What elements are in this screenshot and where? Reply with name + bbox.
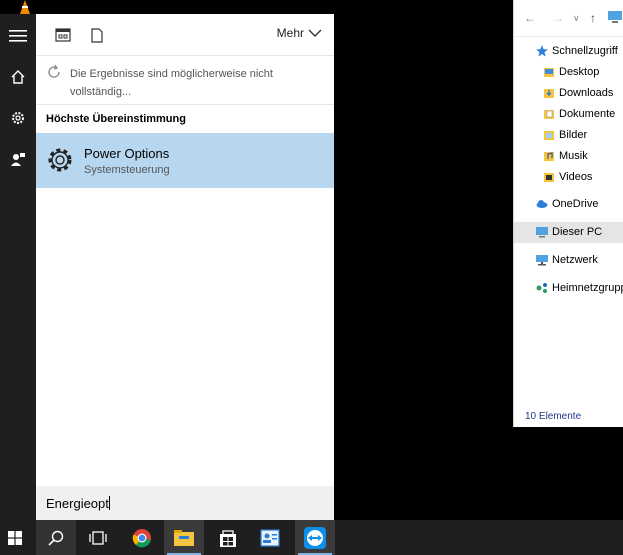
gear-icon (12, 112, 24, 124)
teamviewer-taskbar-button[interactable] (295, 520, 335, 555)
nav-item-downloads[interactable]: Downloads (514, 83, 623, 104)
more-label: Mehr (276, 26, 304, 40)
computer-icon (608, 11, 622, 23)
network-icon (536, 255, 548, 266)
store-taskbar-button[interactable] (208, 520, 248, 555)
nav-item-onedrive[interactable]: OneDrive (514, 194, 623, 215)
chrome-taskbar-button[interactable] (122, 520, 162, 555)
homegroup-icon (536, 283, 547, 293)
file-explorer-taskbar-button[interactable] (164, 520, 204, 555)
forward-arrow-icon[interactable]: → (552, 11, 564, 25)
search-icon (48, 530, 64, 546)
nav-item-dieser-pc[interactable]: Dieser PC (514, 222, 623, 243)
search-query: Energieopt (46, 496, 109, 511)
videos-folder-icon (544, 173, 554, 182)
home-button[interactable] (0, 59, 36, 95)
nav-item-heimnetzgruppe[interactable]: Heimnetzgrupp (514, 278, 623, 299)
start-button[interactable] (0, 520, 35, 555)
text-caret (108, 496, 110, 510)
recent-locations-chevron-icon[interactable]: ∨ (573, 13, 580, 24)
up-arrow-icon[interactable]: ↑ (590, 11, 596, 25)
settings-button[interactable] (0, 100, 36, 136)
music-folder-icon (544, 152, 554, 161)
nav-item-videos[interactable]: Videos (514, 167, 623, 188)
result-subtitle: Systemsteuerung (84, 164, 170, 176)
task-view-icon (89, 530, 107, 545)
nav-item-schnellzugriff[interactable]: Schnellzugriff (514, 41, 623, 62)
chevron-down-icon (308, 29, 322, 37)
file-explorer-window: ← → ∨ ↑ Schnellzugriff Desktop Downloads… (513, 0, 623, 427)
contacts-app-icon (260, 528, 280, 547)
feedback-person-icon (11, 153, 25, 166)
feedback-button[interactable] (0, 141, 36, 177)
nav-item-netzwerk[interactable]: Netzwerk (514, 250, 623, 271)
apps-filter-button[interactable] (54, 26, 72, 44)
more-filters-dropdown[interactable]: Mehr (277, 26, 322, 40)
star-icon (536, 45, 548, 57)
vlc-icon (20, 0, 30, 14)
folder-icon (544, 68, 554, 77)
refresh-icon (48, 64, 60, 78)
incomplete-results-notice: Die Ergebnisse sind möglicherweise nicht… (36, 56, 334, 105)
best-match-heading: Höchste Übereinstimmung (46, 113, 186, 125)
search-panel: Mehr Die Ergebnisse sind möglicherweise … (36, 14, 334, 520)
downloads-folder-icon (544, 89, 554, 98)
nav-item-dokumente[interactable]: Dokumente (514, 104, 623, 125)
search-button[interactable] (36, 520, 76, 555)
contacts-taskbar-button[interactable] (250, 520, 290, 555)
best-match-result[interactable]: Power Options Systemsteuerung (36, 133, 334, 188)
nav-item-bilder[interactable]: Bilder (514, 125, 623, 146)
computer-icon (536, 227, 548, 238)
result-title: Power Options (84, 146, 170, 161)
navigation-bar: ← → ∨ ↑ (514, 0, 623, 37)
documents-filter-button[interactable] (88, 26, 106, 44)
nav-item-musik[interactable]: Musik (514, 146, 623, 167)
apps-filter-icon (55, 28, 71, 42)
pictures-folder-icon (544, 131, 554, 140)
taskbar (0, 520, 623, 555)
home-icon (11, 70, 25, 84)
task-view-button[interactable] (78, 520, 118, 555)
hamburger-icon (9, 30, 27, 42)
store-icon (220, 529, 236, 547)
gear-icon (48, 148, 72, 172)
search-filter-bar: Mehr (36, 14, 334, 56)
teamviewer-icon (304, 526, 326, 549)
windows-start-icon (8, 530, 22, 545)
file-explorer-icon (174, 529, 194, 546)
back-arrow-icon[interactable]: ← (524, 11, 536, 25)
start-rail (0, 14, 36, 520)
hamburger-menu-button[interactable] (0, 18, 36, 54)
search-input[interactable]: Energieopt (36, 486, 334, 520)
chrome-icon (132, 528, 151, 547)
status-bar-item-count: 10 Elemente (525, 411, 582, 422)
document-icon (91, 27, 103, 43)
warning-text: Die Ergebnisse sind möglicherweise nicht… (70, 68, 273, 98)
cloud-icon (536, 200, 548, 208)
documents-folder-icon (544, 110, 554, 119)
nav-item-desktop[interactable]: Desktop (514, 62, 623, 83)
